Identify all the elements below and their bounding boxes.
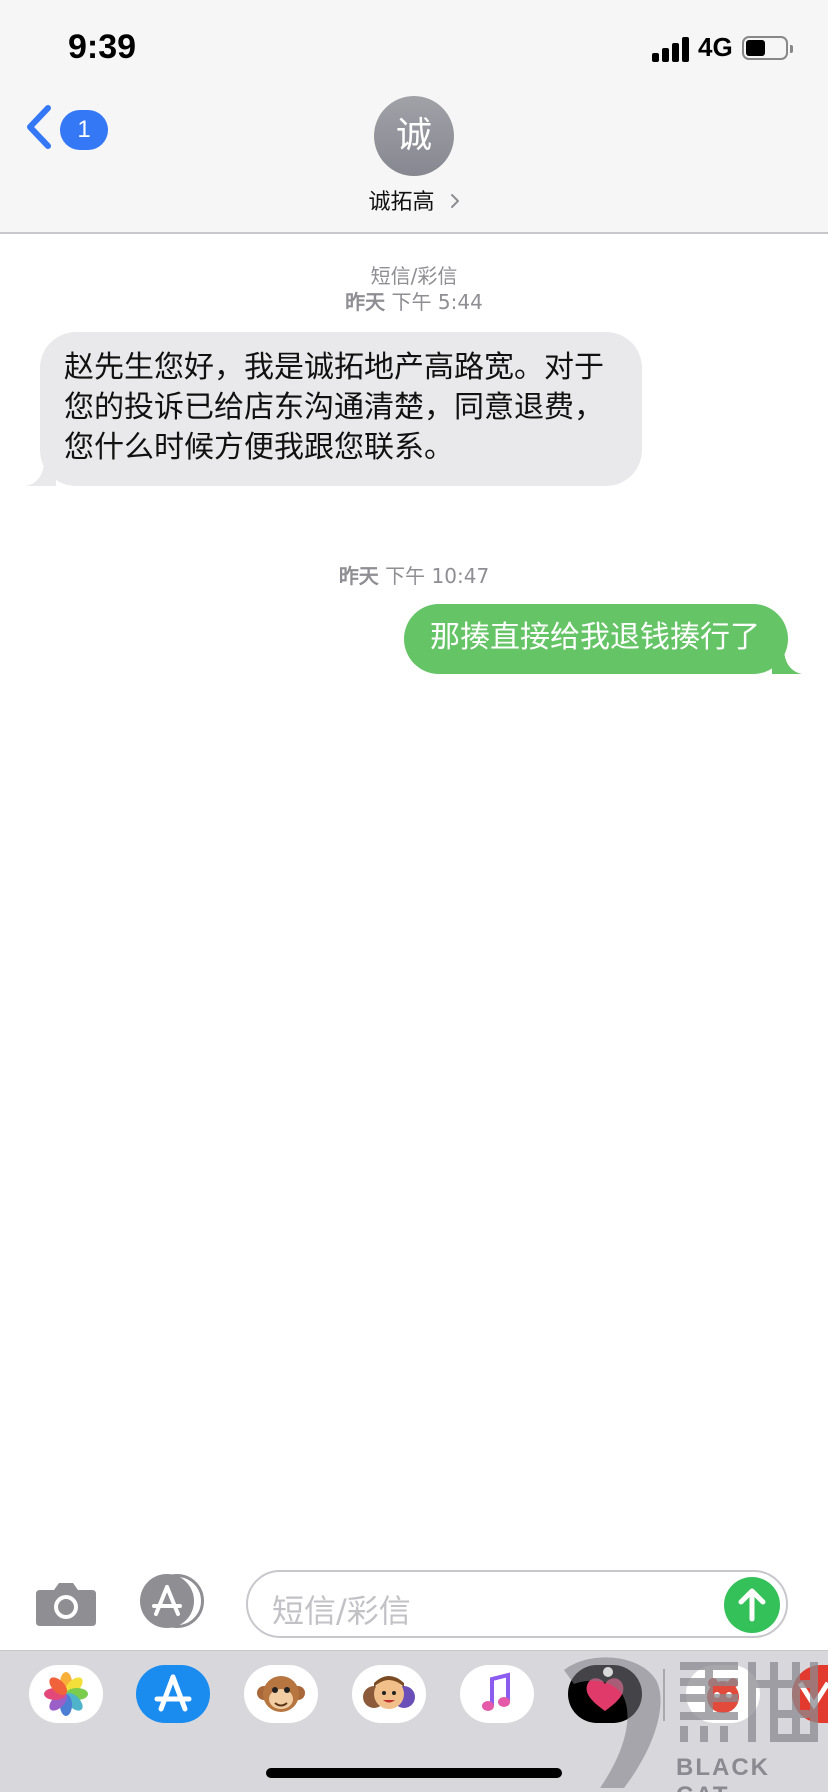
bubble-tail — [772, 644, 802, 674]
photos-icon — [44, 1672, 88, 1716]
timestamp-day: 昨天 — [338, 564, 379, 588]
back-chevron-icon — [27, 105, 51, 149]
music-note-icon — [482, 1672, 510, 1711]
contact-avatar[interactable]: 诚 — [374, 96, 454, 176]
conversation-header: 9:39 4G 1 诚 诚拓高 — [0, 0, 828, 234]
timestamp-time: 下午 5:44 — [391, 290, 483, 314]
app-store-app-button[interactable] — [136, 1665, 210, 1723]
black-cat-watermark: BLACK CAT — [560, 1650, 828, 1792]
cellular-signal-icon — [652, 36, 692, 62]
camera-button[interactable] — [34, 1580, 98, 1628]
incoming-message-text: 赵先生您好，我是诚拓地产高路宽。对于您的投诉已给店东沟通清楚，同意退费，您什么时… — [64, 350, 604, 465]
bubble-tail — [26, 456, 56, 486]
outgoing-message-bubble[interactable]: 那揍直接给我退钱揍行了 — [404, 604, 802, 674]
music-app-button[interactable] — [460, 1665, 534, 1723]
message-input[interactable]: 短信/彩信 — [246, 1570, 788, 1638]
message-input-placeholder: 短信/彩信 — [272, 1592, 411, 1630]
monkey-icon — [257, 1676, 305, 1712]
animoji-app-button[interactable] — [244, 1665, 318, 1723]
battery-level-fill — [746, 40, 765, 56]
app-store-icon — [152, 1585, 182, 1616]
arrow-up-icon — [738, 1588, 766, 1622]
battery-icon — [742, 36, 793, 60]
compose-bar: 短信/彩信 — [0, 1556, 828, 1650]
timestamp-time: 下午 10:47 — [385, 564, 490, 588]
network-type: 4G — [698, 32, 733, 62]
message-timestamp: 昨天 下午 10:47 — [0, 560, 828, 589]
chevron-right-icon — [450, 194, 459, 208]
contact-name-button[interactable]: 诚拓高 — [0, 184, 828, 216]
messages-screen: 9:39 4G 1 诚 诚拓高 短信/彩信 昨天 下午 5:44 赵先生您好，我… — [0, 0, 828, 1792]
unread-count-badge: 1 — [60, 110, 108, 150]
app-store-drawer-button[interactable] — [140, 1574, 206, 1628]
app-store-icon — [154, 1674, 192, 1712]
outgoing-message-text: 那揍直接给我退钱揍行了 — [430, 620, 760, 655]
contact-name: 诚拓高 — [368, 190, 435, 215]
service-label: 短信/彩信 — [370, 264, 458, 288]
camera-icon — [36, 1583, 96, 1626]
watermark-brand-text: BLACK CAT — [676, 1754, 770, 1792]
memoji-app-button[interactable] — [352, 1665, 426, 1723]
status-time: 9:39 — [68, 28, 137, 66]
send-button[interactable] — [724, 1577, 780, 1633]
incoming-message-bubble[interactable]: 赵先生您好，我是诚拓地产高路宽。对于您的投诉已给店东沟通清楚，同意退费，您什么时… — [26, 332, 642, 486]
home-indicator[interactable] — [266, 1768, 562, 1778]
message-timestamp: 昨天 下午 5:44 — [0, 286, 828, 315]
timestamp-day: 昨天 — [345, 290, 386, 314]
memoji-icon — [363, 1676, 415, 1709]
photos-app-button[interactable] — [29, 1665, 103, 1723]
back-button[interactable]: 1 — [20, 100, 108, 156]
